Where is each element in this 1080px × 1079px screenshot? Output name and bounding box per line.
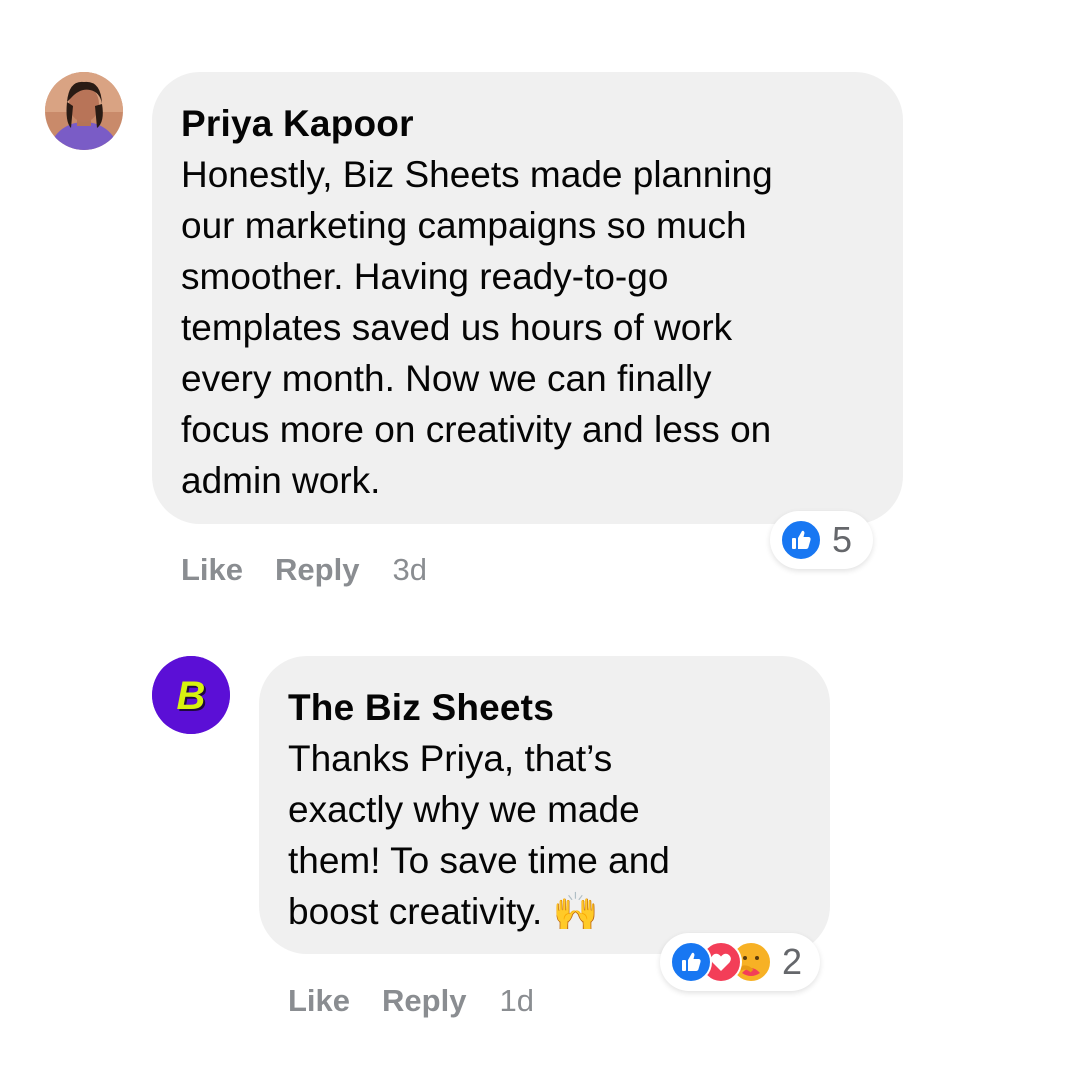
timestamp[interactable]: 3d [392, 552, 426, 588]
avatar-biz-sheets[interactable]: B B [152, 656, 230, 734]
biz-sheets-logo-icon: B B [152, 656, 230, 734]
comment-bubble-priya: Priya Kapoor Honestly, Biz Sheets made p… [152, 72, 903, 524]
reply-link[interactable]: Reply [382, 983, 466, 1019]
comment-bubble-biz-sheets: The Biz Sheets Thanks Priya, that’s exac… [259, 656, 830, 954]
reaction-count: 2 [782, 941, 803, 982]
comment-actions: Like Reply 3d [181, 552, 427, 588]
like-icon [780, 519, 822, 561]
comment-actions: Like Reply 1d [288, 983, 534, 1019]
comment-line: them! To save time and [288, 840, 670, 881]
comment-line: focus more on creativity and less on [181, 409, 772, 450]
person-avatar-icon [45, 72, 123, 150]
comment-line: Thanks Priya, that’s [288, 738, 613, 779]
comment-line: every month. Now we can finally [181, 358, 712, 399]
comment-line: smoother. Having ready-to-go [181, 256, 669, 297]
logo-letter: B [177, 674, 206, 718]
like-icon [670, 941, 712, 983]
comment-line: exactly why we made [288, 789, 640, 830]
comment-line: templates saved us hours of work [181, 307, 733, 348]
reaction-summary[interactable]: 2 [660, 933, 820, 991]
comment-line: admin work. [181, 460, 381, 501]
comment-line: boost creativity. 🙌 [288, 891, 599, 932]
comment-author[interactable]: Priya Kapoor [181, 98, 875, 149]
like-link[interactable]: Like [288, 983, 350, 1019]
reaction-summary[interactable]: 5 [770, 511, 873, 569]
comment-author[interactable]: The Biz Sheets [288, 682, 802, 733]
like-link[interactable]: Like [181, 552, 243, 588]
reply-link[interactable]: Reply [275, 552, 359, 588]
reaction-count: 5 [832, 519, 853, 560]
avatar-priya-kapoor[interactable] [45, 72, 123, 150]
comment-line: our marketing campaigns so much [181, 205, 747, 246]
timestamp[interactable]: 1d [499, 983, 533, 1019]
comment-line: Honestly, Biz Sheets made planning [181, 154, 773, 195]
